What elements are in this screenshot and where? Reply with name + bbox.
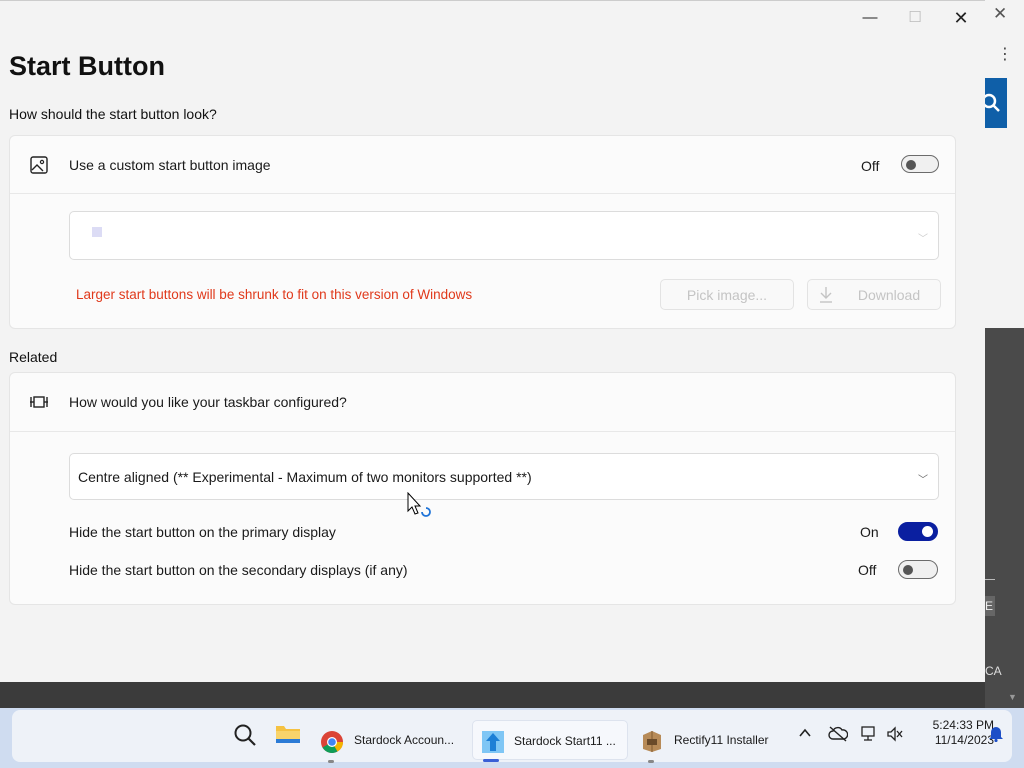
related-taskbar-card: How would you like your taskbar configur… [9, 372, 956, 605]
active-indicator [483, 759, 499, 762]
close-button[interactable]: ✕ [938, 5, 984, 31]
chevron-up-icon[interactable] [798, 726, 812, 743]
taskbar-item-chrome[interactable]: Stardock Accoun... [312, 720, 462, 763]
download-icon [818, 280, 834, 318]
background-edge-text: CA [985, 664, 1002, 678]
custom-image-toggle[interactable] [901, 155, 939, 173]
taskbar-item-label: Rectify11 Installer [674, 733, 769, 747]
taskbar-inner: Stardock Accoun... Stardock Start11 ... … [12, 710, 1012, 763]
running-indicator [648, 760, 654, 763]
network-icon[interactable] [860, 726, 878, 745]
background-divider [985, 579, 995, 580]
custom-image-label: Use a custom start button image [69, 157, 271, 173]
card-divider [10, 431, 955, 432]
hide-secondary-toggle[interactable] [898, 560, 938, 579]
taskbar-item-start11[interactable]: Stardock Start11 ... [472, 720, 628, 762]
system-clock[interactable]: 5:24:33 PM 11/14/2023 [924, 718, 994, 748]
background-edge-text: E [985, 596, 995, 616]
hide-primary-state: On [860, 524, 879, 540]
download-label: Download [857, 287, 921, 303]
search-icon[interactable] [232, 722, 258, 753]
background-close-icon[interactable]: ✕ [993, 4, 1007, 24]
taskbar-item-rectify11[interactable]: Rectify11 Installer [632, 720, 782, 763]
chrome-icon [320, 730, 344, 759]
toggle-knob [922, 526, 933, 537]
taskbar: Stardock Accoun... Stardock Start11 ... … [0, 708, 1024, 768]
settings-window: — ☐ ✕ Start Button How should the start … [0, 0, 985, 683]
background-search-button[interactable] [981, 78, 1007, 128]
image-icon [29, 155, 49, 175]
start-image-dropdown[interactable]: ﹀ [69, 211, 939, 260]
clock-date: 11/14/2023 [934, 733, 994, 747]
section-heading-look: How should the start button look? [9, 106, 217, 122]
scroll-down-arrow-icon[interactable]: ▼ [1008, 692, 1017, 702]
section-heading-related: Related [9, 349, 58, 365]
busy-cursor-icon [407, 491, 433, 523]
chevron-down-icon: ﹀ [918, 233, 928, 245]
background-dark-panel [985, 328, 1024, 708]
chevron-down-icon: ﹀ [918, 474, 928, 486]
taskbar-alignment-dropdown[interactable]: Centre aligned (** Experimental - Maximu… [69, 453, 939, 500]
background-menu-icon[interactable]: ⋮ [997, 44, 1013, 64]
window-bottom-edge [0, 682, 985, 708]
hide-primary-label: Hide the start button on the primary dis… [69, 524, 336, 540]
toggle-knob [906, 160, 916, 170]
page-title: Start Button [9, 51, 165, 81]
taskbar-settings-icon [29, 392, 49, 412]
custom-image-state: Off [861, 158, 880, 174]
start11-icon [481, 730, 505, 759]
minimize-button[interactable]: — [847, 5, 893, 31]
start-button-look-card: Use a custom start button image Off ﹀ La… [9, 135, 956, 329]
hide-secondary-state: Off [858, 562, 877, 578]
download-button[interactable]: Download [807, 279, 941, 310]
file-explorer-icon[interactable] [275, 722, 301, 751]
notification-bell-icon[interactable] [988, 724, 1004, 745]
pick-image-button[interactable]: Pick image... [660, 279, 794, 310]
toggle-knob [903, 565, 913, 575]
taskbar-alignment-value: Centre aligned (** Experimental - Maximu… [78, 468, 532, 485]
clock-time: 5:24:33 PM [932, 718, 994, 732]
onedrive-icon[interactable] [828, 726, 849, 745]
taskbar-item-label: Stardock Accoun... [354, 733, 455, 747]
hide-primary-toggle[interactable] [898, 522, 938, 541]
hide-secondary-label: Hide the start button on the secondary d… [69, 562, 408, 578]
card-divider [10, 193, 955, 194]
taskbar-question-label: How would you like your taskbar configur… [69, 394, 347, 410]
running-indicator [328, 760, 334, 763]
taskbar-item-label: Stardock Start11 ... [514, 734, 616, 748]
installer-icon [640, 729, 664, 758]
image-preview-swatch [92, 227, 102, 237]
size-warning-text: Larger start buttons will be shrunk to f… [76, 287, 473, 302]
maximize-button[interactable]: ☐ [892, 5, 938, 31]
volume-muted-icon[interactable] [886, 726, 904, 745]
